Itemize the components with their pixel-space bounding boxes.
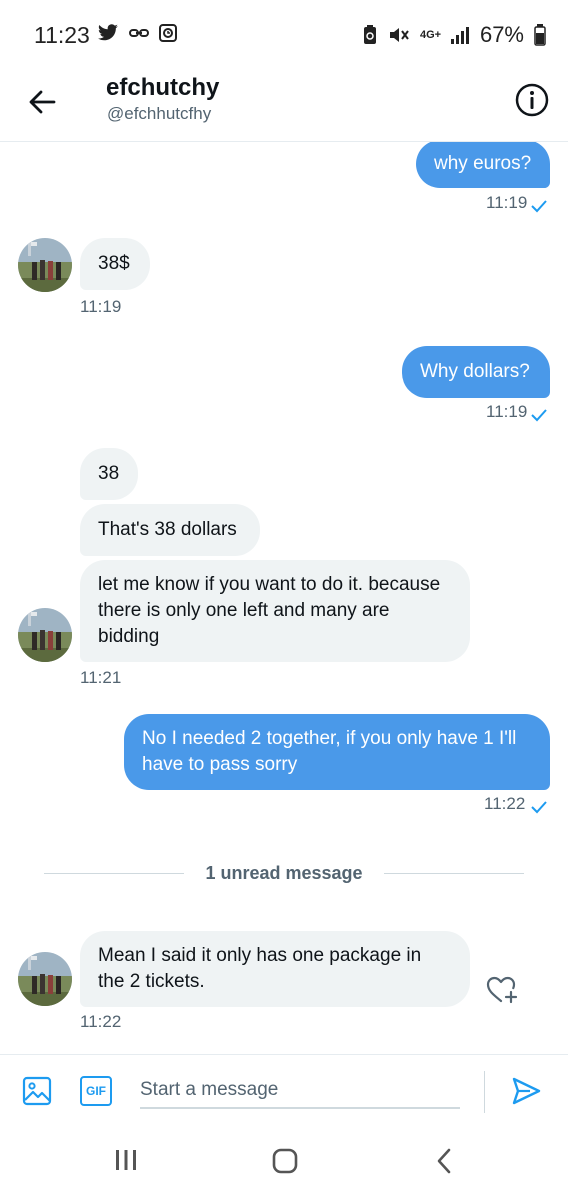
heart-plus-icon xyxy=(486,976,518,1004)
read-check-icon xyxy=(531,200,547,213)
read-check-icon xyxy=(531,801,547,814)
back-button[interactable] xyxy=(24,84,60,120)
network-type: 4G+ xyxy=(419,28,442,41)
message-text: the 2 tickets. xyxy=(98,971,205,992)
message-text: 38$ xyxy=(98,253,130,274)
info-button[interactable] xyxy=(514,82,550,118)
info-icon xyxy=(515,83,549,117)
status-bar: 11:23 4G+ 67% xyxy=(0,0,568,70)
conversation-header: efchutchy @efchhutcfhy xyxy=(0,70,568,142)
image-icon xyxy=(22,1076,52,1106)
avatar[interactable] xyxy=(18,608,72,662)
message-timestamp: 11:22 xyxy=(80,1012,122,1031)
recents-icon xyxy=(116,1150,136,1170)
react-button[interactable] xyxy=(484,972,520,1008)
gif-icon: GIF xyxy=(86,1084,106,1098)
recents-button[interactable] xyxy=(114,1148,138,1177)
message-text: have to pass sorry xyxy=(142,754,298,775)
link-icon xyxy=(129,29,149,37)
incoming-message[interactable]: 38$ xyxy=(80,238,150,290)
message-timestamp: 11:21 xyxy=(80,668,122,687)
alarm-icon xyxy=(159,24,177,42)
message-text: bidding xyxy=(98,626,160,647)
message-timestamp: 11:22 xyxy=(484,794,526,813)
nav-back-icon xyxy=(437,1148,451,1174)
composer-divider xyxy=(484,1071,485,1113)
message-text: there is only one left and many are xyxy=(98,600,390,621)
status-time: 11:23 xyxy=(34,22,90,48)
outgoing-message[interactable]: Why dollars? xyxy=(402,346,550,398)
avatar-photo xyxy=(18,238,72,292)
message-text: Mean I said it only has one package in xyxy=(98,945,422,966)
contact-name[interactable]: efchutchy xyxy=(106,74,219,102)
message-composer: GIF xyxy=(0,1054,568,1124)
message-text: why euros? xyxy=(434,153,532,174)
message-list[interactable]: why euros? 11:19 38$ 11:19 Why dollars? … xyxy=(0,142,568,1054)
battery-icon xyxy=(534,24,546,46)
read-check-icon xyxy=(531,409,547,422)
outgoing-message[interactable]: No I needed 2 together, if you only have… xyxy=(124,714,550,790)
divider-line xyxy=(384,873,524,874)
battery-saver-icon xyxy=(363,25,376,44)
message-text: Why dollars? xyxy=(420,361,530,382)
home-button[interactable] xyxy=(272,1148,298,1179)
battery-percent: 67% xyxy=(479,22,524,47)
add-media-button[interactable] xyxy=(22,1076,52,1111)
mute-icon xyxy=(389,28,409,42)
gif-button[interactable]: GIF xyxy=(80,1076,112,1106)
send-icon xyxy=(512,1077,541,1105)
notification-icons xyxy=(97,24,177,42)
message-input[interactable] xyxy=(140,1073,460,1109)
back-arrow-icon xyxy=(29,90,56,114)
incoming-message[interactable]: 38 xyxy=(80,448,138,500)
message-text: That's 38 dollars xyxy=(98,519,237,540)
message-text: 38 xyxy=(98,463,120,484)
avatar[interactable] xyxy=(18,238,72,292)
signal-icon xyxy=(450,27,469,44)
avatar-photo xyxy=(18,952,72,1006)
message-text: let me know if you want to do it. becaus… xyxy=(98,574,441,595)
send-button[interactable] xyxy=(510,1075,542,1112)
message-timestamp: 11:19 xyxy=(486,193,528,212)
avatar-photo xyxy=(18,608,72,662)
avatar[interactable] xyxy=(18,952,72,1006)
twitter-bird-icon xyxy=(98,24,118,41)
incoming-message[interactable]: Mean I said it only has one package in t… xyxy=(80,931,470,1007)
message-timestamp: 11:19 xyxy=(486,402,528,421)
home-icon xyxy=(272,1148,298,1174)
status-right: 4G+ 67% xyxy=(362,22,546,48)
incoming-message[interactable]: That's 38 dollars xyxy=(80,504,260,556)
outgoing-message[interactable]: why euros? xyxy=(416,142,550,188)
message-timestamp: 11:19 xyxy=(80,297,122,316)
message-text: No I needed 2 together, if you only have… xyxy=(142,728,517,749)
nav-back-button[interactable] xyxy=(434,1148,454,1179)
system-nav-bar xyxy=(0,1124,568,1200)
incoming-message[interactable]: let me know if you want to do it. becaus… xyxy=(80,560,470,662)
contact-handle[interactable]: @efchhutcfhy xyxy=(107,104,211,124)
